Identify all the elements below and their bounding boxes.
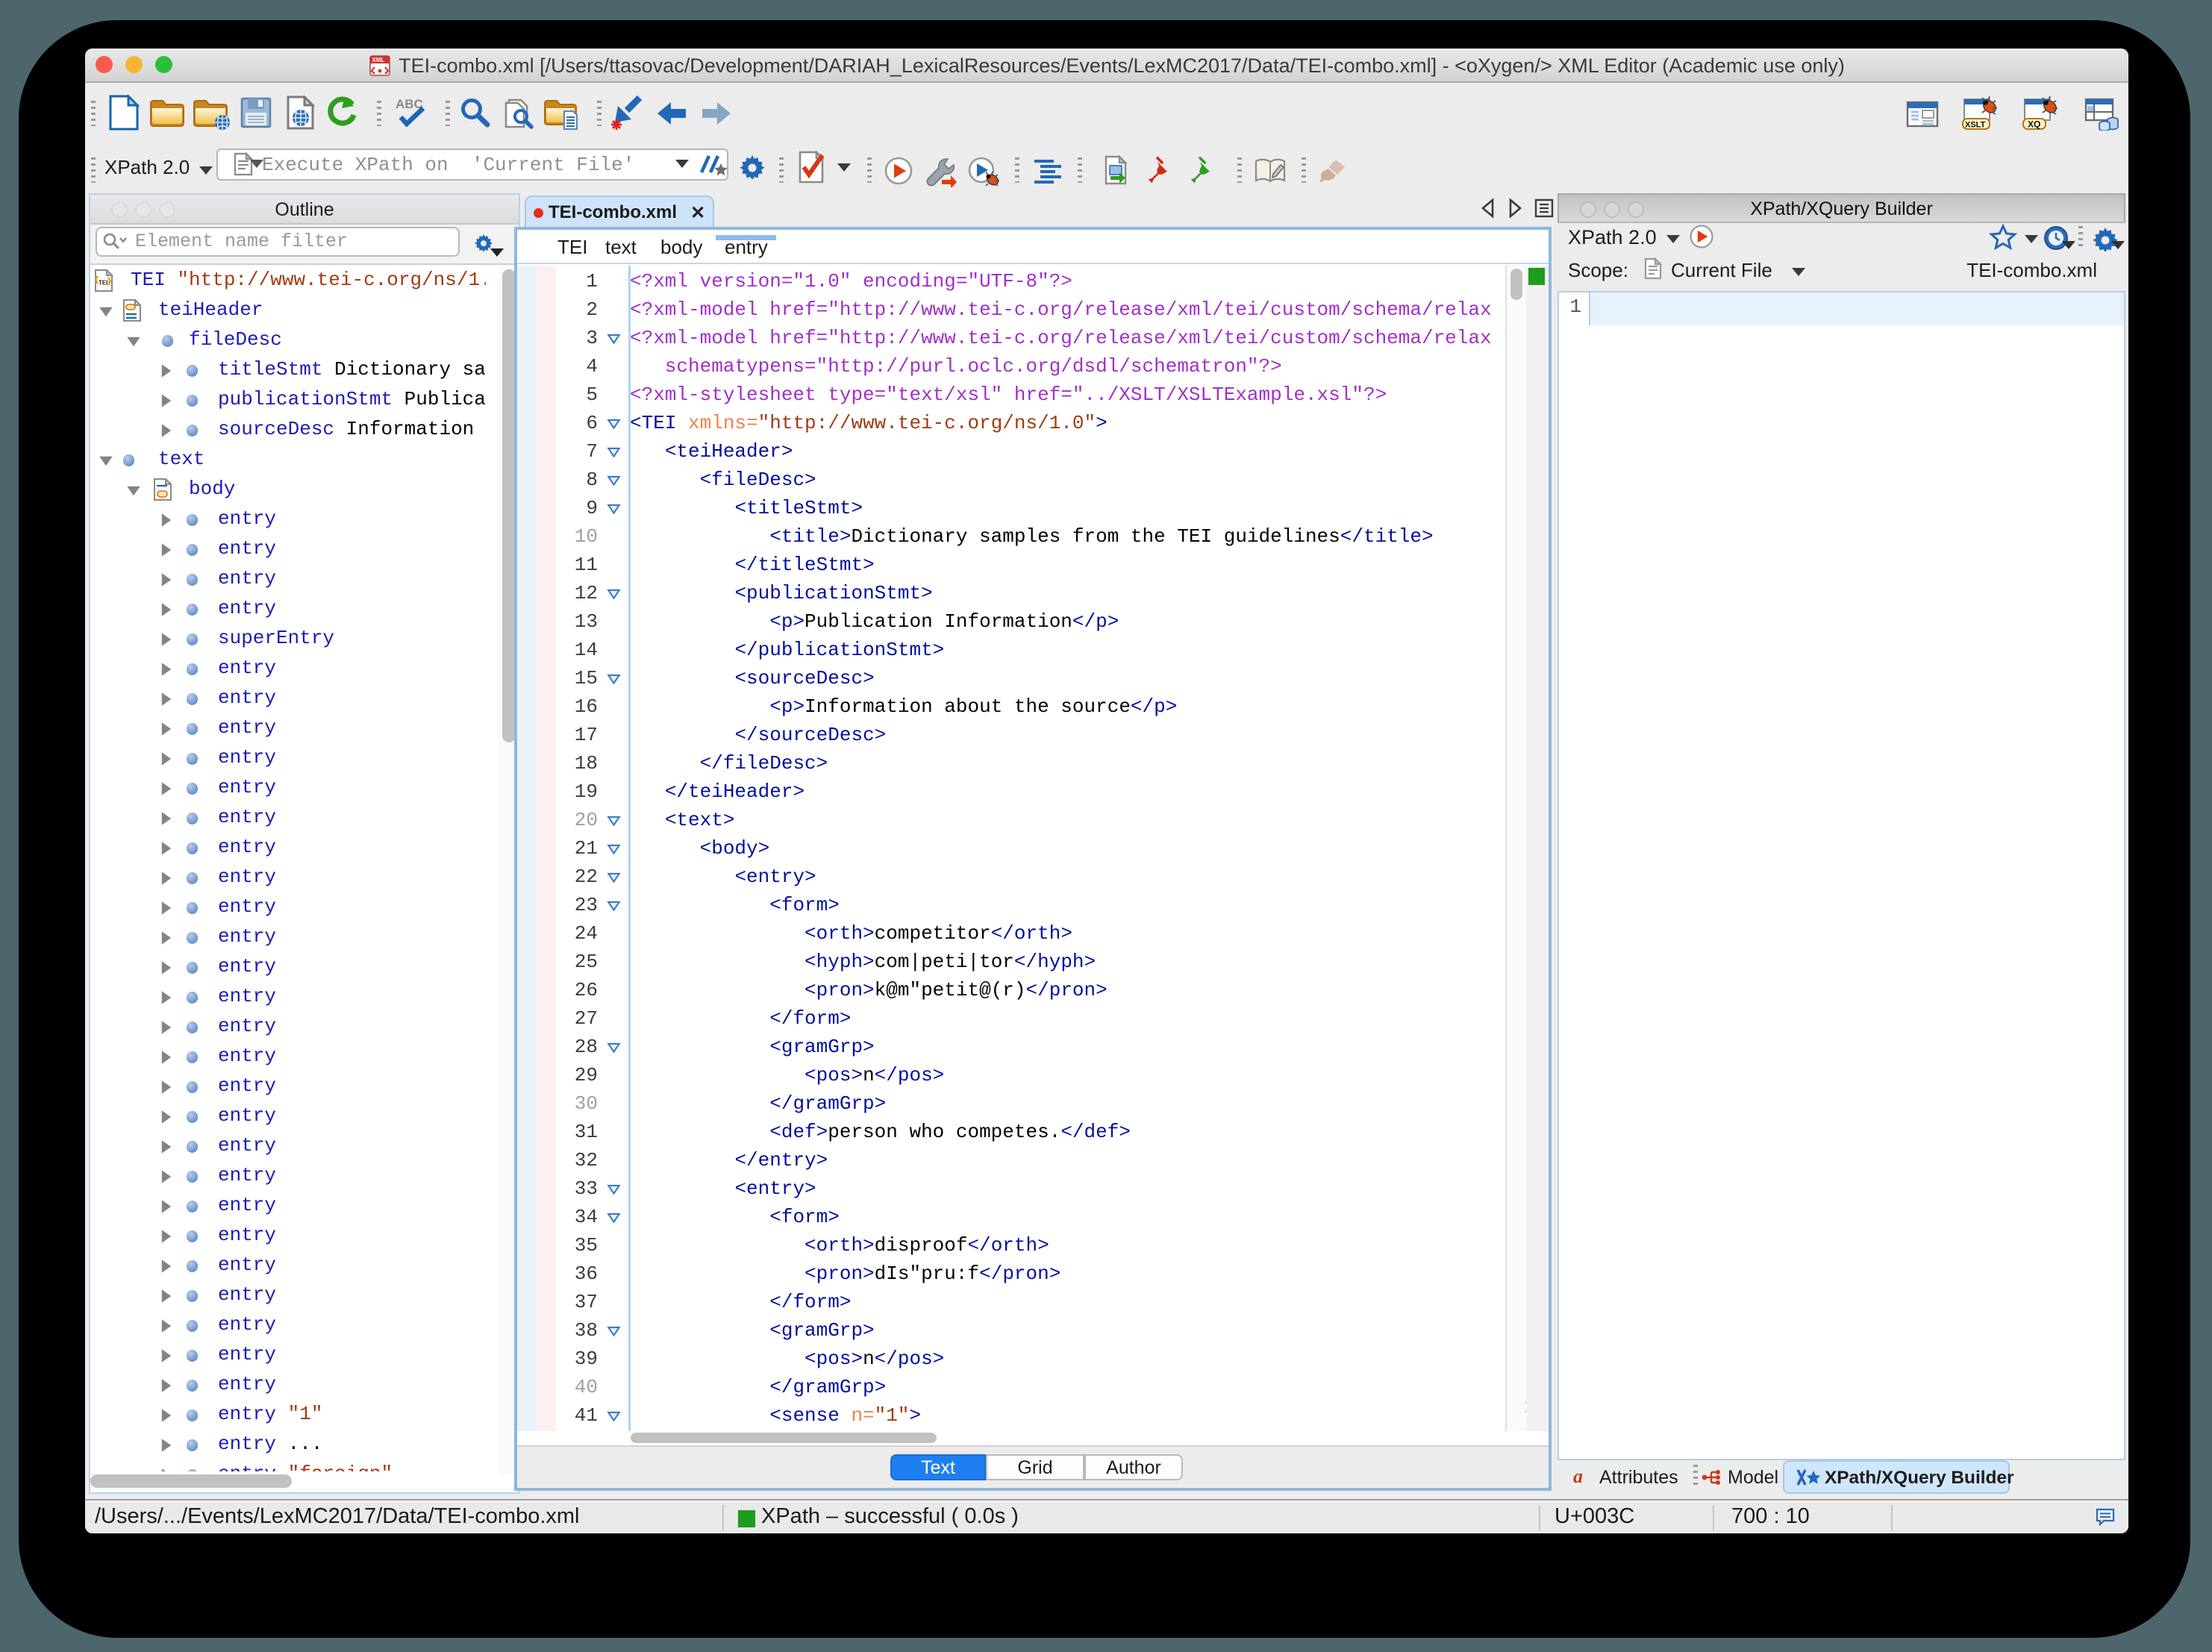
svg-text:XSLT: XSLT: [1965, 121, 1986, 130]
svg-text:XQ: XQ: [2028, 119, 2040, 130]
svg-text:a: a: [1573, 1466, 1583, 1487]
svg-text:XML: XML: [372, 57, 385, 63]
svg-text:TEI: TEI: [99, 280, 107, 287]
